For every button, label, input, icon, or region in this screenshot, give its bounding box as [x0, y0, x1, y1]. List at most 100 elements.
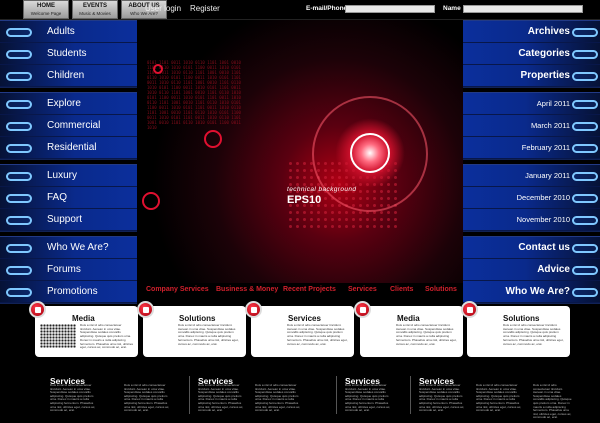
sidebar-item-faq[interactable]: FAQ: [0, 187, 137, 209]
binder-ring-icon: [6, 144, 32, 153]
sidebar-item-contact-us[interactable]: Contact us: [463, 237, 600, 259]
sidebar-item-label: Support: [47, 214, 83, 225]
binder-ring-icon: [6, 28, 32, 37]
service-text: Duis a nisi id odio consectetuer tincidu…: [124, 383, 170, 413]
hero-banner: 0101 1101 0011 1010 0110 1101 1001 0010 …: [137, 20, 463, 283]
feature-card-services[interactable]: Services Duis a nisi id odio consectetue…: [245, 301, 354, 357]
sidebar-item-november-2010[interactable]: November 2010: [463, 209, 600, 231]
card-text: Duis a nisi id odio consectetuer tincidu…: [287, 323, 348, 346]
feature-card-media-2[interactable]: Media Duis a nisi id odio consectetuer t…: [354, 301, 463, 357]
mail-icon: [29, 301, 46, 318]
feature-card-solutions-2[interactable]: Solutions Duis a nisi id odio consectetu…: [461, 301, 570, 357]
binder-ring-icon: [572, 144, 598, 153]
name-field[interactable]: [463, 5, 583, 13]
hero-small-ring: [153, 64, 163, 74]
page: HOME Welcome Page EVENTS Music & Movies AB…: [0, 0, 600, 423]
sidebar-item-categories[interactable]: Categories: [463, 43, 600, 65]
register-link[interactable]: Register: [190, 4, 220, 13]
sidebar-item-december-2010[interactable]: December 2010: [463, 187, 600, 209]
binder-ring-icon: [572, 172, 598, 181]
binder-ring-icon: [6, 72, 32, 81]
menu-group: Adults Students Children: [0, 20, 137, 88]
sidebar-item-children[interactable]: Children: [0, 65, 137, 87]
card-title: Services: [288, 314, 321, 323]
sidebar-item-commercial[interactable]: Commercial: [0, 115, 137, 137]
menu-group: Archives Categories Properties: [463, 20, 600, 88]
sidebar-item-support[interactable]: Support: [0, 209, 137, 231]
service-text: Duis a nisi id odio consectetuer tincidu…: [255, 383, 301, 413]
service-text: Duis a nisi id odio consectetuer tincidu…: [476, 383, 522, 413]
nav-tab-home[interactable]: HOME Welcome Page: [23, 0, 69, 19]
card-title: Media: [397, 314, 420, 323]
nav-tab-label: HOME: [37, 3, 55, 9]
tab-solutions[interactable]: Solutions: [425, 286, 457, 293]
bottom-service-block: Services Duis a nisi id odio consectetue…: [198, 376, 300, 412]
sidebar-item-adults[interactable]: Adults: [0, 21, 137, 43]
sidebar-item-label: Luxury: [47, 170, 78, 181]
sidebar-item-label: April 2011: [536, 99, 570, 108]
menu-group: Explore Commercial Residential: [0, 92, 137, 160]
menu-group: April 2011 March 2011 February 2011: [463, 92, 600, 160]
sidebar-item-label: Archives: [527, 26, 570, 37]
binder-ring-icon: [6, 100, 32, 109]
sidebar-item-february-2011[interactable]: February 2011: [463, 137, 600, 159]
left-sidebar: Adults Students Children Explore Commercial R…: [0, 20, 137, 308]
menu-group: Luxury FAQ Support: [0, 164, 137, 232]
sidebar-item-label: Contact us: [518, 242, 570, 253]
user-login-link[interactable]: User login: [145, 4, 181, 13]
sidebar-item-label: Explore: [47, 98, 81, 109]
sidebar-item-label: January 2011: [525, 171, 570, 180]
sidebar-item-who-we-are[interactable]: Who We Are?: [0, 237, 137, 259]
card-title: Solutions: [179, 314, 216, 323]
sidebar-item-luxury[interactable]: Luxury: [0, 165, 137, 187]
tab-business-money[interactable]: Business & Money: [216, 286, 278, 293]
sidebar-item-label: Residential: [47, 142, 97, 153]
nav-tab-label: EVENTS: [82, 3, 107, 9]
tab-company-services[interactable]: Company Services: [146, 286, 209, 293]
sidebar-item-april-2011[interactable]: April 2011: [463, 93, 600, 115]
service-text: Duis a nisi id odio consectetuer tincidu…: [419, 383, 465, 413]
sidebar-item-january-2011[interactable]: January 2011: [463, 165, 600, 187]
section-tabs: Company Services Business & Money Recent…: [0, 286, 600, 298]
sidebar-item-label: Advice: [537, 264, 570, 275]
hero-tagline: technical background: [287, 186, 357, 193]
hero-code: EPS10: [287, 194, 322, 206]
sidebar-item-label: December 2010: [516, 193, 570, 202]
card-title: Solutions: [503, 314, 540, 323]
binder-ring-icon: [6, 216, 32, 225]
sidebar-item-label: March 2011: [530, 121, 570, 130]
binder-ring-icon: [6, 194, 32, 203]
bottom-service-block: Services Duis a nisi id odio consectetue…: [419, 376, 572, 419]
sidebar-item-students[interactable]: Students: [0, 43, 137, 65]
tab-services[interactable]: Services: [348, 286, 377, 293]
nav-tab-sublabel: Music & Movies: [79, 11, 111, 16]
sidebar-item-properties[interactable]: Properties: [463, 65, 600, 87]
hero-small-ring: [142, 192, 160, 210]
feature-card-media[interactable]: Media Duis a nisi id odio consectetuer t…: [29, 301, 138, 357]
card-text: Duis a nisi id odio consectetuer tincidu…: [503, 323, 564, 346]
nav-tab-events[interactable]: EVENTS Music & Movies: [72, 0, 118, 19]
hero-small-ring: [204, 130, 222, 148]
sidebar-item-march-2011[interactable]: March 2011: [463, 115, 600, 137]
sidebar-item-label: Commercial: [47, 120, 101, 131]
bottom-service-block: Services Duis a nisi id odio consectetue…: [50, 376, 169, 412]
feature-card-solutions[interactable]: Solutions Duis a nisi id odio consectetu…: [137, 301, 246, 357]
divider: [336, 376, 337, 414]
bottom-service-block: Services Duis a nisi id odio consectetue…: [345, 376, 390, 412]
sidebar-item-forums[interactable]: Forums: [0, 259, 137, 281]
sidebar-item-archives[interactable]: Archives: [463, 21, 600, 43]
sidebar-item-label: Properties: [520, 70, 570, 81]
sidebar-item-label: FAQ: [47, 192, 68, 203]
binder-ring-icon: [6, 122, 32, 131]
service-text: Duis a nisi id odio consectetuer tincidu…: [533, 383, 572, 420]
tab-clients[interactable]: Clients: [390, 286, 413, 293]
binder-ring-icon: [6, 266, 32, 275]
email-field[interactable]: [345, 5, 435, 13]
sidebar-item-advice[interactable]: Advice: [463, 259, 600, 281]
sidebar-item-residential[interactable]: Residential: [0, 137, 137, 159]
sidebar-item-explore[interactable]: Explore: [0, 93, 137, 115]
sidebar-item-label: Who We Are?: [47, 242, 109, 253]
tab-recent-projects[interactable]: Recent Projects: [283, 286, 336, 293]
sidebar-item-label: Children: [47, 70, 85, 81]
binder-ring-icon: [572, 72, 598, 81]
